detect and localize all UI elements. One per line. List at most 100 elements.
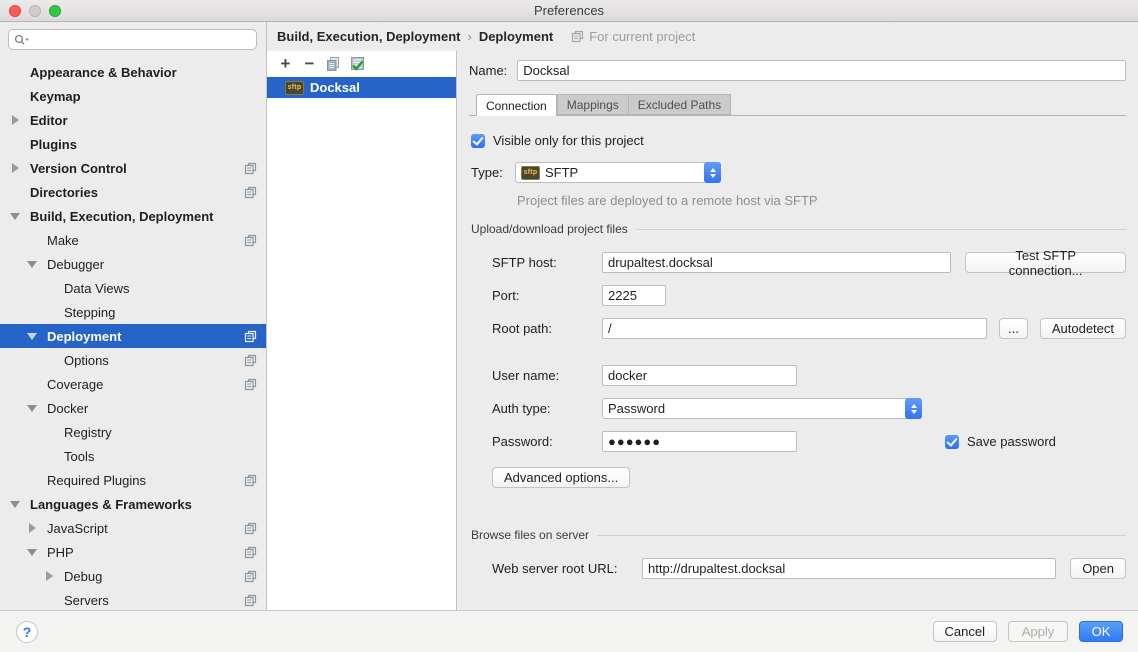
dropdown-stepper-icon — [704, 162, 721, 183]
search-input[interactable] — [32, 33, 251, 47]
web-url-input[interactable] — [642, 558, 1056, 579]
chevron-right-icon[interactable] — [8, 163, 22, 173]
chevron-down-icon[interactable] — [8, 501, 22, 508]
auth-type-dropdown[interactable]: Password — [602, 398, 922, 419]
tabstrip: ConnectionMappingsExcluded Paths — [469, 94, 1126, 116]
scope-indicator: For current project — [571, 29, 695, 44]
sidebar-item-php[interactable]: PHP — [0, 540, 266, 564]
dropdown-stepper-icon — [905, 398, 922, 419]
chevron-down-icon[interactable] — [25, 333, 39, 340]
password-input[interactable] — [602, 431, 797, 452]
sidebar-item-javascript[interactable]: JavaScript — [0, 516, 266, 540]
port-input[interactable] — [602, 285, 666, 306]
sidebar-item-version-control[interactable]: Version Control — [0, 156, 266, 180]
auth-type-label: Auth type: — [492, 401, 602, 416]
tab-connection[interactable]: Connection — [476, 94, 557, 116]
apply-button[interactable]: Apply — [1008, 621, 1068, 642]
for-current-project-icon — [244, 186, 257, 199]
sidebar-item-options[interactable]: Options — [0, 348, 266, 372]
chevron-down-icon[interactable] — [25, 405, 39, 412]
sidebar-item-coverage[interactable]: Coverage — [0, 372, 266, 396]
sidebar-item-servers[interactable]: Servers — [0, 588, 266, 610]
sidebar-item-label: Languages & Frameworks — [30, 497, 192, 512]
chevron-right-icon[interactable] — [25, 523, 39, 533]
chevron-right-icon[interactable] — [8, 115, 22, 125]
sidebar-item-make[interactable]: Make — [0, 228, 266, 252]
visible-only-label: Visible only for this project — [493, 133, 644, 148]
password-label: Password: — [492, 434, 602, 449]
chevron-right-icon[interactable] — [42, 571, 56, 581]
auth-type-value: Password — [608, 401, 899, 416]
sidebar-item-appearance-behavior[interactable]: Appearance & Behavior — [0, 60, 266, 84]
for-current-project-icon — [244, 354, 257, 367]
autodetect-button[interactable]: Autodetect — [1040, 318, 1126, 339]
breadcrumb-parent[interactable]: Build, Execution, Deployment — [277, 29, 460, 44]
section-divider — [636, 229, 1126, 230]
chevron-down-icon[interactable] — [25, 261, 39, 268]
visible-only-checkbox[interactable] — [471, 134, 485, 148]
sidebar-item-directories[interactable]: Directories — [0, 180, 266, 204]
remove-server-button[interactable]: − — [300, 55, 319, 74]
chevron-down-icon[interactable] — [25, 549, 39, 556]
breadcrumb: Build, Execution, Deployment › Deploymen… — [267, 22, 1138, 51]
type-dropdown[interactable]: sftp SFTP — [515, 162, 721, 183]
save-password-checkbox[interactable] — [945, 435, 959, 449]
sidebar-item-debugger[interactable]: Debugger — [0, 252, 266, 276]
root-path-label: Root path: — [492, 321, 602, 336]
for-current-project-icon — [571, 30, 584, 43]
help-button[interactable]: ? — [16, 621, 38, 643]
sidebar-item-debug[interactable]: Debug — [0, 564, 266, 588]
sidebar-item-label: PHP — [47, 545, 74, 560]
sidebar-item-label: Data Views — [64, 281, 130, 296]
advanced-options-button[interactable]: Advanced options... — [492, 467, 630, 488]
upload-section-header: Upload/download project files — [471, 222, 1126, 236]
chevron-down-icon[interactable] — [8, 213, 22, 220]
sftp-host-input[interactable] — [602, 252, 951, 273]
open-url-button[interactable]: Open — [1070, 558, 1126, 579]
sidebar-item-label: Debugger — [47, 257, 104, 272]
sidebar-item-label: Deployment — [47, 329, 121, 344]
sidebar-item-deployment[interactable]: Deployment — [0, 324, 266, 348]
sidebar-item-languages-frameworks[interactable]: Languages & Frameworks — [0, 492, 266, 516]
server-list-toolbar: + − — [267, 51, 456, 77]
add-server-button[interactable]: + — [276, 55, 295, 74]
for-current-project-icon — [244, 594, 257, 607]
root-path-input[interactable] — [602, 318, 987, 339]
sidebar-item-label: Coverage — [47, 377, 103, 392]
type-help-text: Project files are deployed to a remote h… — [517, 193, 1126, 208]
save-password-label: Save password — [967, 434, 1056, 449]
sidebar-item-registry[interactable]: Registry — [0, 420, 266, 444]
sidebar-item-label: Tools — [64, 449, 94, 464]
sidebar-item-label: Servers — [64, 593, 109, 608]
use-as-default-icon — [349, 56, 366, 73]
sidebar-item-data-views[interactable]: Data Views — [0, 276, 266, 300]
tab-mappings[interactable]: Mappings — [557, 94, 629, 115]
copy-server-button[interactable] — [324, 55, 343, 74]
browse-root-path-button[interactable]: ... — [999, 318, 1028, 339]
sidebar-item-tools[interactable]: Tools — [0, 444, 266, 468]
ok-button[interactable]: OK — [1079, 621, 1123, 642]
sidebar-item-docker[interactable]: Docker — [0, 396, 266, 420]
sidebar-item-required-plugins[interactable]: Required Plugins — [0, 468, 266, 492]
tab-excluded-paths[interactable]: Excluded Paths — [629, 94, 731, 115]
sidebar-item-label: Required Plugins — [47, 473, 146, 488]
dialog-footer: ? Cancel Apply OK — [0, 610, 1138, 652]
sidebar-item-build-execution-deployment[interactable]: Build, Execution, Deployment — [0, 204, 266, 228]
test-sftp-connection-button[interactable]: Test SFTP connection... — [965, 252, 1126, 273]
cancel-button[interactable]: Cancel — [933, 621, 997, 642]
sidebar-item-plugins[interactable]: Plugins — [0, 132, 266, 156]
for-current-project-icon — [244, 522, 257, 535]
sidebar-item-stepping[interactable]: Stepping — [0, 300, 266, 324]
sidebar-item-keymap[interactable]: Keymap — [0, 84, 266, 108]
use-as-default-button[interactable] — [348, 55, 367, 74]
user-name-input[interactable] — [602, 365, 797, 386]
server-item-docksal[interactable]: sftpDocksal — [267, 77, 456, 98]
sidebar-item-editor[interactable]: Editor — [0, 108, 266, 132]
type-value: SFTP — [545, 165, 698, 180]
for-current-project-icon — [244, 330, 257, 343]
name-input[interactable] — [517, 60, 1126, 81]
for-current-project-icon — [244, 162, 257, 175]
search-wrap — [0, 22, 266, 54]
search-box[interactable] — [8, 29, 257, 50]
titlebar: Preferences — [0, 0, 1138, 22]
